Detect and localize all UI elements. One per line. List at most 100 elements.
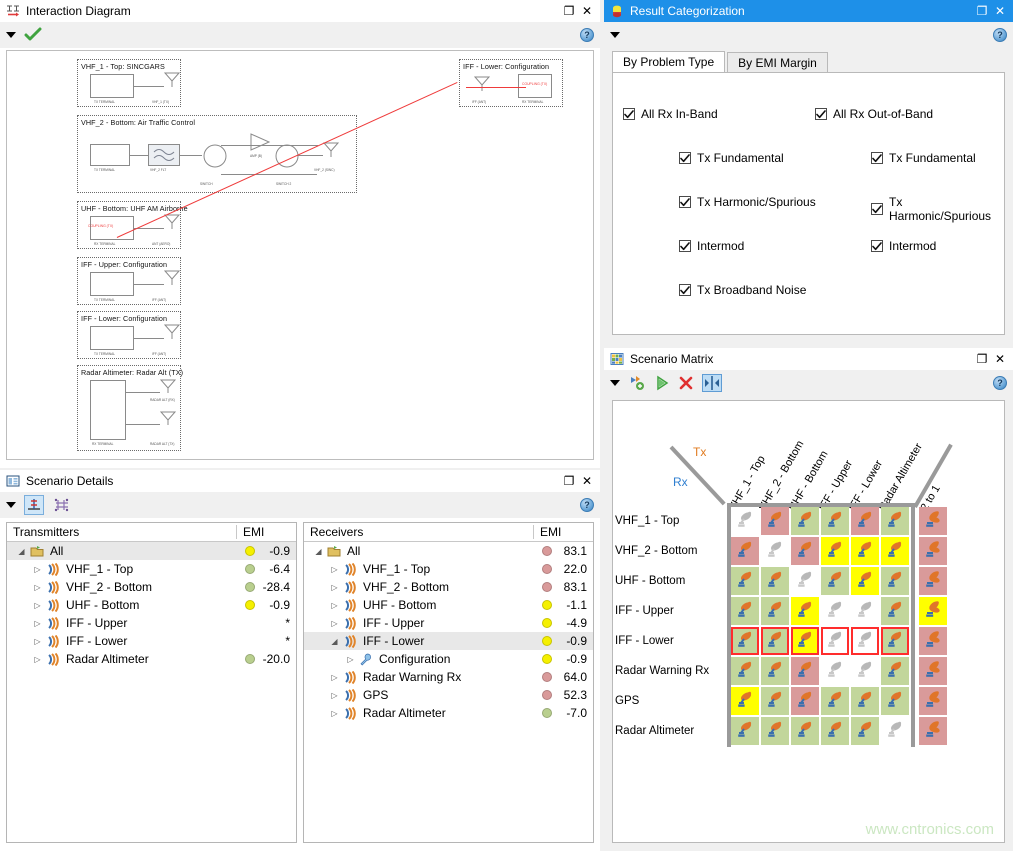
restore-button[interactable]: ❐ <box>560 2 578 20</box>
expander-icon[interactable]: ▷ <box>32 583 43 592</box>
tab-by-problem-type[interactable]: By Problem Type <box>612 51 725 72</box>
matrix-cell[interactable] <box>761 687 789 715</box>
tree-row[interactable]: ▷Radar Warning Rx64.0 <box>304 668 593 686</box>
matrix-cell[interactable] <box>851 567 879 595</box>
matrix-cell[interactable] <box>791 537 819 565</box>
matrix-cell[interactable] <box>791 687 819 715</box>
checkbox-row-root[interactable]: All Rx In-Band <box>623 107 718 121</box>
tree-row[interactable]: ▷VHF_1 - Top-6.4 <box>7 560 296 578</box>
diagram-system-iff-upper[interactable]: IFF - Upper: Configuration TX TERMINAL I… <box>77 257 181 305</box>
expander-icon[interactable]: ◢ <box>16 547 27 556</box>
matrix-cell[interactable] <box>731 657 759 685</box>
tree-row[interactable]: ▷UHF - Bottom-1.1 <box>304 596 593 614</box>
emi-matrix-icon[interactable] <box>52 495 72 515</box>
checkbox-row[interactable]: Tx Fundamental <box>871 151 976 165</box>
delete-icon[interactable] <box>678 375 694 391</box>
checkbox-row[interactable]: Tx Broadband Noise <box>679 283 806 297</box>
help-icon[interactable]: ? <box>580 498 594 512</box>
matrix-cell[interactable] <box>821 597 849 625</box>
matrix-cell[interactable] <box>731 717 759 745</box>
scenario-matrix-area[interactable]: VHF_1 - TopVHF_2 - BottomUHF - BottomIFF… <box>612 400 1005 843</box>
tree-row[interactable]: ▷VHF_1 - Top22.0 <box>304 560 593 578</box>
dropdown-arrow-icon[interactable] <box>610 32 620 38</box>
transmitters-tree[interactable]: Transmitters EMI ◢All-0.9▷VHF_1 - Top-6.… <box>6 522 297 843</box>
matrix-cell-2to1[interactable] <box>919 537 947 565</box>
result-categorization-tabs[interactable]: By Problem TypeBy EMI Margin <box>612 52 1005 72</box>
matrix-cell-2to1[interactable] <box>919 507 947 535</box>
expander-icon[interactable]: ▷ <box>32 619 43 628</box>
matrix-cell[interactable] <box>821 567 849 595</box>
checkbox-row-root[interactable]: All Rx Out-of-Band <box>815 107 933 121</box>
expander-icon[interactable]: ▷ <box>329 709 340 718</box>
expander-icon[interactable]: ▷ <box>32 637 43 646</box>
close-button[interactable]: ✕ <box>991 350 1009 368</box>
tree-row[interactable]: ▷IFF - Lower* <box>7 632 296 650</box>
checkbox-row[interactable]: Intermod <box>871 239 936 253</box>
split-view-icon[interactable] <box>702 374 722 392</box>
expander-icon[interactable]: ▷ <box>32 601 43 610</box>
matrix-cell[interactable] <box>731 537 759 565</box>
tree-row[interactable]: ▷GPS52.3 <box>304 686 593 704</box>
close-button[interactable]: ✕ <box>578 2 596 20</box>
close-button[interactable]: ✕ <box>578 472 596 490</box>
matrix-cell[interactable] <box>851 717 879 745</box>
matrix-cell[interactable] <box>731 507 759 535</box>
tree-row[interactable]: ◢All-0.9 <box>7 542 296 560</box>
matrix-cell[interactable] <box>791 567 819 595</box>
matrix-cell[interactable] <box>731 597 759 625</box>
matrix-cell[interactable] <box>761 597 789 625</box>
matrix-cell[interactable] <box>791 717 819 745</box>
matrix-cell-2to1[interactable] <box>919 627 947 655</box>
run-icon[interactable] <box>654 375 670 391</box>
tree-row[interactable]: ◢All83.1 <box>304 542 593 560</box>
matrix-cell[interactable] <box>881 717 909 745</box>
checkbox[interactable] <box>679 196 691 208</box>
tree-row[interactable]: ▷VHF_2 - Bottom-28.4 <box>7 578 296 596</box>
tree-row[interactable]: ◢IFF - Lower-0.9 <box>304 632 593 650</box>
matrix-cell-2to1[interactable] <box>919 687 947 715</box>
checkbox[interactable] <box>871 152 883 164</box>
matrix-cell[interactable] <box>731 627 759 655</box>
matrix-cell[interactable] <box>881 537 909 565</box>
matrix-cell[interactable] <box>821 627 849 655</box>
matrix-cell[interactable] <box>851 687 879 715</box>
add-scenario-icon[interactable] <box>628 375 646 391</box>
tree-row[interactable]: ▷Radar Altimeter-20.0 <box>7 650 296 668</box>
matrix-cell[interactable] <box>881 687 909 715</box>
checkbox-row[interactable]: Tx Harmonic/Spurious <box>679 195 816 209</box>
emi-chart-icon[interactable] <box>24 495 44 515</box>
tree-row[interactable]: ▷Configuration-0.9 <box>304 650 593 668</box>
matrix-cell[interactable] <box>851 507 879 535</box>
expander-icon[interactable]: ▷ <box>329 619 340 628</box>
matrix-cell[interactable] <box>821 657 849 685</box>
checkbox[interactable] <box>679 284 691 296</box>
matrix-cell[interactable] <box>791 597 819 625</box>
checkbox-row[interactable]: Tx Fundamental <box>679 151 784 165</box>
expander-icon[interactable]: ◢ <box>329 637 340 646</box>
check-icon[interactable] <box>24 27 42 43</box>
expander-icon[interactable]: ▷ <box>329 601 340 610</box>
expander-icon[interactable]: ▷ <box>329 673 340 682</box>
checkbox[interactable] <box>871 240 883 252</box>
matrix-cell[interactable] <box>731 687 759 715</box>
matrix-cell-2to1[interactable] <box>919 657 947 685</box>
receivers-tree[interactable]: Receivers EMI ◢All83.1▷VHF_1 - Top22.0▷V… <box>303 522 594 843</box>
matrix-cell[interactable] <box>881 597 909 625</box>
diagram-system-iff-lower-right[interactable]: IFF - Lower: Configuration IFF (ANT) RX … <box>459 59 563 107</box>
restore-button[interactable]: ❐ <box>973 350 991 368</box>
matrix-cell[interactable] <box>761 627 789 655</box>
tree-row[interactable]: ▷VHF_2 - Bottom83.1 <box>304 578 593 596</box>
tree-row[interactable]: ▷IFF - Upper* <box>7 614 296 632</box>
checkbox[interactable] <box>679 240 691 252</box>
tree-row[interactable]: ▷Radar Altimeter-7.0 <box>304 704 593 722</box>
expander-icon[interactable]: ▷ <box>32 565 43 574</box>
matrix-cell[interactable] <box>791 627 819 655</box>
diagram-system-vhf1[interactable]: VHF_1 - Top: SINCGARS TX TERMINAL VHF_1 … <box>77 59 181 107</box>
matrix-cell[interactable] <box>881 567 909 595</box>
matrix-cell[interactable] <box>821 687 849 715</box>
help-icon[interactable]: ? <box>993 28 1007 42</box>
matrix-cell-2to1[interactable] <box>919 567 947 595</box>
receivers-tree-body[interactable]: ◢All83.1▷VHF_1 - Top22.0▷VHF_2 - Bottom8… <box>304 542 593 842</box>
diagram-system-uhf[interactable]: UHF - Bottom: UHF AM Airborne RX TERMINA… <box>77 201 181 249</box>
expander-icon[interactable]: ▷ <box>329 691 340 700</box>
